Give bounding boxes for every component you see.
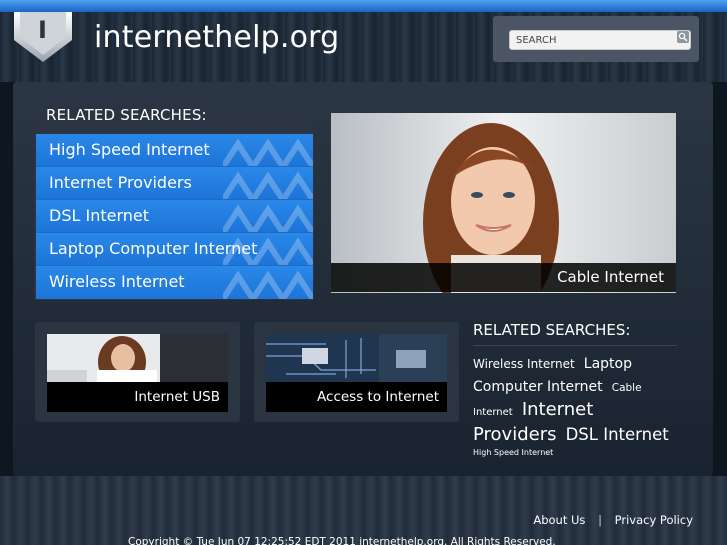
related-search-link[interactable]: High Speed Internet — [36, 134, 313, 167]
hero-caption-label: Cable Internet — [557, 268, 664, 286]
search-icon[interactable] — [677, 31, 689, 43]
about-us-link[interactable]: About Us — [533, 513, 585, 527]
search-input[interactable] — [509, 30, 691, 50]
tag-link[interactable]: Providers — [473, 424, 557, 445]
internet-usb-image — [47, 334, 228, 382]
related-searches-title: RELATED SEARCHES: — [46, 106, 207, 124]
chevron-pattern-icon — [223, 171, 313, 199]
copyright-text: Copyright © Tue Jun 07 12:25:52 EDT 2011… — [128, 536, 556, 545]
search-box — [493, 16, 699, 62]
footer-links: About Us | Privacy Policy — [533, 513, 693, 527]
access-to-internet-card[interactable]: Access to Internet — [254, 322, 459, 422]
tag-link[interactable]: Internet — [522, 399, 593, 420]
related-search-link[interactable]: Internet Providers — [36, 167, 313, 200]
circuit-board-image — [266, 334, 447, 382]
card-caption-label: Internet USB — [134, 389, 220, 405]
related-search-link[interactable]: DSL Internet — [36, 200, 313, 233]
tag-link[interactable]: Internet — [473, 407, 513, 418]
tag-link[interactable]: DSL Internet — [566, 425, 669, 444]
privacy-policy-link[interactable]: Privacy Policy — [615, 513, 693, 527]
tag-link[interactable]: Laptop — [584, 356, 632, 372]
card-caption-label: Access to Internet — [317, 389, 439, 405]
chevron-pattern-icon — [223, 270, 313, 299]
related-search-label: Internet Providers — [49, 173, 192, 192]
tag-link[interactable]: Computer Internet — [473, 379, 603, 395]
related-search-label: High Speed Internet — [49, 140, 210, 159]
tag-link[interactable]: High Speed Internet — [473, 446, 679, 460]
tag-link[interactable]: Wireless Internet — [473, 357, 575, 371]
divider — [473, 345, 677, 346]
related-search-label: DSL Internet — [49, 206, 150, 225]
site-footer: About Us | Privacy Policy Copyright © Tu… — [0, 476, 727, 545]
related-searches-list: High Speed Internet Internet Providers D… — [36, 134, 313, 299]
tag-link[interactable]: Cable — [612, 382, 642, 394]
related-search-link[interactable]: Wireless Internet — [36, 266, 313, 299]
related-search-label: Wireless Internet — [49, 272, 185, 291]
site-name[interactable]: internethelp.org — [94, 20, 339, 55]
related-search-link[interactable]: Laptop Computer Internet — [36, 233, 313, 266]
related-searches-tag-cloud: Wireless Internet Laptop Computer Intern… — [473, 352, 683, 460]
footer-separator: | — [598, 513, 602, 527]
related-searches-cloud-title: RELATED SEARCHES: — [473, 321, 631, 339]
hero-caption: Cable Internet — [331, 263, 676, 292]
chevron-pattern-icon — [223, 204, 313, 232]
access-to-internet-caption: Access to Internet — [266, 382, 447, 412]
chevron-pattern-icon — [223, 237, 313, 265]
top-accent-bar — [0, 0, 727, 12]
logo-letter: I — [38, 16, 47, 44]
internet-usb-card[interactable]: Internet USB — [35, 322, 240, 422]
internet-usb-caption: Internet USB — [47, 382, 228, 412]
site-header: I internethelp.org — [0, 12, 727, 82]
chevron-pattern-icon — [223, 138, 313, 166]
